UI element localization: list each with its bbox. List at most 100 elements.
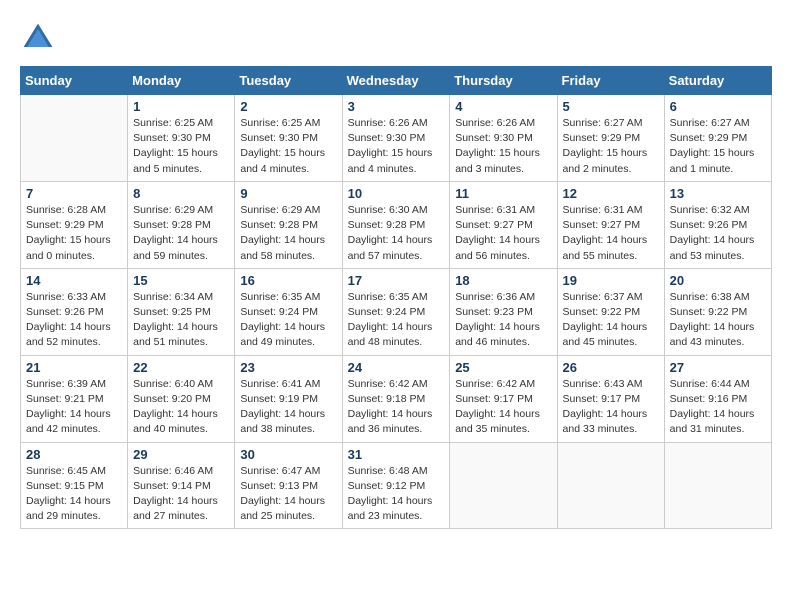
day-number: 17	[348, 273, 445, 288]
day-number: 22	[133, 360, 229, 375]
weekday-header-friday: Friday	[557, 67, 664, 95]
day-info: Sunrise: 6:26 AM Sunset: 9:30 PM Dayligh…	[348, 116, 445, 177]
day-info: Sunrise: 6:48 AM Sunset: 9:12 PM Dayligh…	[348, 464, 445, 525]
calendar-cell: 6 Sunrise: 6:27 AM Sunset: 9:29 PM Daylig…	[664, 95, 771, 182]
calendar-week-4: 21 Sunrise: 6:39 AM Sunset: 9:21 PM Dayli…	[21, 355, 772, 442]
calendar-cell: 7 Sunrise: 6:28 AM Sunset: 9:29 PM Daylig…	[21, 181, 128, 268]
day-info: Sunrise: 6:46 AM Sunset: 9:14 PM Dayligh…	[133, 464, 229, 525]
calendar-cell: 5 Sunrise: 6:27 AM Sunset: 9:29 PM Daylig…	[557, 95, 664, 182]
day-info: Sunrise: 6:39 AM Sunset: 9:21 PM Dayligh…	[26, 377, 122, 438]
calendar-cell: 3 Sunrise: 6:26 AM Sunset: 9:30 PM Daylig…	[342, 95, 450, 182]
day-info: Sunrise: 6:35 AM Sunset: 9:24 PM Dayligh…	[348, 290, 445, 351]
calendar-cell: 31 Sunrise: 6:48 AM Sunset: 9:12 PM Dayli…	[342, 442, 450, 529]
day-info: Sunrise: 6:34 AM Sunset: 9:25 PM Dayligh…	[133, 290, 229, 351]
day-number: 7	[26, 186, 122, 201]
logo	[20, 20, 62, 56]
calendar-cell: 24 Sunrise: 6:42 AM Sunset: 9:18 PM Dayli…	[342, 355, 450, 442]
calendar-cell: 27 Sunrise: 6:44 AM Sunset: 9:16 PM Dayli…	[664, 355, 771, 442]
day-info: Sunrise: 6:29 AM Sunset: 9:28 PM Dayligh…	[240, 203, 336, 264]
weekday-header-sunday: Sunday	[21, 67, 128, 95]
calendar-cell: 2 Sunrise: 6:25 AM Sunset: 9:30 PM Daylig…	[235, 95, 342, 182]
calendar-cell	[21, 95, 128, 182]
day-number: 4	[455, 99, 551, 114]
day-number: 30	[240, 447, 336, 462]
weekday-header-row: SundayMondayTuesdayWednesdayThursdayFrid…	[21, 67, 772, 95]
day-number: 19	[563, 273, 659, 288]
day-info: Sunrise: 6:35 AM Sunset: 9:24 PM Dayligh…	[240, 290, 336, 351]
day-number: 28	[26, 447, 122, 462]
calendar-cell: 12Sunrise: 6:31 AM Sunset: 9:27 PM Dayli…	[557, 181, 664, 268]
day-info: Sunrise: 6:37 AM Sunset: 9:22 PM Dayligh…	[563, 290, 659, 351]
day-info: Sunrise: 6:27 AM Sunset: 9:29 PM Dayligh…	[670, 116, 766, 177]
day-number: 8	[133, 186, 229, 201]
day-info: Sunrise: 6:31 AM Sunset: 9:27 PM Dayligh…	[455, 203, 551, 264]
day-number: 18	[455, 273, 551, 288]
day-number: 24	[348, 360, 445, 375]
day-number: 13	[670, 186, 766, 201]
calendar-cell: 22 Sunrise: 6:40 AM Sunset: 9:20 PM Dayli…	[128, 355, 235, 442]
day-info: Sunrise: 6:25 AM Sunset: 9:30 PM Dayligh…	[240, 116, 336, 177]
day-info: Sunrise: 6:31 AM Sunset: 9:27 PM Dayligh…	[563, 203, 659, 264]
day-info: Sunrise: 6:41 AM Sunset: 9:19 PM Dayligh…	[240, 377, 336, 438]
calendar-cell	[664, 442, 771, 529]
calendar-week-2: 7 Sunrise: 6:28 AM Sunset: 9:29 PM Daylig…	[21, 181, 772, 268]
day-number: 27	[670, 360, 766, 375]
day-number: 6	[670, 99, 766, 114]
calendar-cell: 18Sunrise: 6:36 AM Sunset: 9:23 PM Dayli…	[450, 268, 557, 355]
calendar-cell: 21 Sunrise: 6:39 AM Sunset: 9:21 PM Dayli…	[21, 355, 128, 442]
day-info: Sunrise: 6:27 AM Sunset: 9:29 PM Dayligh…	[563, 116, 659, 177]
day-number: 11	[455, 186, 551, 201]
day-number: 20	[670, 273, 766, 288]
day-info: Sunrise: 6:28 AM Sunset: 9:29 PM Dayligh…	[26, 203, 122, 264]
day-info: Sunrise: 6:33 AM Sunset: 9:26 PM Dayligh…	[26, 290, 122, 351]
calendar-week-1: 1Sunrise: 6:25 AM Sunset: 9:30 PM Daylig…	[21, 95, 772, 182]
calendar-cell: 29Sunrise: 6:46 AM Sunset: 9:14 PM Dayli…	[128, 442, 235, 529]
weekday-header-saturday: Saturday	[664, 67, 771, 95]
calendar-cell: 1Sunrise: 6:25 AM Sunset: 9:30 PM Daylig…	[128, 95, 235, 182]
day-info: Sunrise: 6:29 AM Sunset: 9:28 PM Dayligh…	[133, 203, 229, 264]
day-number: 31	[348, 447, 445, 462]
calendar-cell: 20 Sunrise: 6:38 AM Sunset: 9:22 PM Dayli…	[664, 268, 771, 355]
calendar-cell: 23 Sunrise: 6:41 AM Sunset: 9:19 PM Dayli…	[235, 355, 342, 442]
calendar-cell: 4 Sunrise: 6:26 AM Sunset: 9:30 PM Daylig…	[450, 95, 557, 182]
day-number: 23	[240, 360, 336, 375]
calendar-cell: 16 Sunrise: 6:35 AM Sunset: 9:24 PM Dayli…	[235, 268, 342, 355]
day-number: 16	[240, 273, 336, 288]
day-number: 9	[240, 186, 336, 201]
day-info: Sunrise: 6:43 AM Sunset: 9:17 PM Dayligh…	[563, 377, 659, 438]
calendar-cell: 14 Sunrise: 6:33 AM Sunset: 9:26 PM Dayli…	[21, 268, 128, 355]
calendar-cell: 13Sunrise: 6:32 AM Sunset: 9:26 PM Dayli…	[664, 181, 771, 268]
day-number: 5	[563, 99, 659, 114]
day-number: 2	[240, 99, 336, 114]
calendar-cell: 28 Sunrise: 6:45 AM Sunset: 9:15 PM Dayli…	[21, 442, 128, 529]
day-number: 14	[26, 273, 122, 288]
weekday-header-monday: Monday	[128, 67, 235, 95]
day-info: Sunrise: 6:44 AM Sunset: 9:16 PM Dayligh…	[670, 377, 766, 438]
day-number: 26	[563, 360, 659, 375]
weekday-header-thursday: Thursday	[450, 67, 557, 95]
day-number: 25	[455, 360, 551, 375]
page-header	[20, 20, 772, 56]
day-info: Sunrise: 6:42 AM Sunset: 9:18 PM Dayligh…	[348, 377, 445, 438]
day-info: Sunrise: 6:40 AM Sunset: 9:20 PM Dayligh…	[133, 377, 229, 438]
calendar-cell: 25 Sunrise: 6:42 AM Sunset: 9:17 PM Dayli…	[450, 355, 557, 442]
day-info: Sunrise: 6:42 AM Sunset: 9:17 PM Dayligh…	[455, 377, 551, 438]
calendar-table: SundayMondayTuesdayWednesdayThursdayFrid…	[20, 66, 772, 529]
calendar-cell: 11 Sunrise: 6:31 AM Sunset: 9:27 PM Dayli…	[450, 181, 557, 268]
logo-icon	[20, 20, 56, 56]
day-number: 3	[348, 99, 445, 114]
day-number: 10	[348, 186, 445, 201]
calendar-cell	[557, 442, 664, 529]
day-number: 21	[26, 360, 122, 375]
calendar-cell: 19 Sunrise: 6:37 AM Sunset: 9:22 PM Dayli…	[557, 268, 664, 355]
day-info: Sunrise: 6:26 AM Sunset: 9:30 PM Dayligh…	[455, 116, 551, 177]
calendar-cell: 30 Sunrise: 6:47 AM Sunset: 9:13 PM Dayli…	[235, 442, 342, 529]
day-info: Sunrise: 6:25 AM Sunset: 9:30 PM Dayligh…	[133, 116, 229, 177]
day-number: 15	[133, 273, 229, 288]
calendar-cell	[450, 442, 557, 529]
day-info: Sunrise: 6:45 AM Sunset: 9:15 PM Dayligh…	[26, 464, 122, 525]
weekday-header-wednesday: Wednesday	[342, 67, 450, 95]
calendar-cell: 26 Sunrise: 6:43 AM Sunset: 9:17 PM Dayli…	[557, 355, 664, 442]
day-info: Sunrise: 6:38 AM Sunset: 9:22 PM Dayligh…	[670, 290, 766, 351]
day-info: Sunrise: 6:47 AM Sunset: 9:13 PM Dayligh…	[240, 464, 336, 525]
